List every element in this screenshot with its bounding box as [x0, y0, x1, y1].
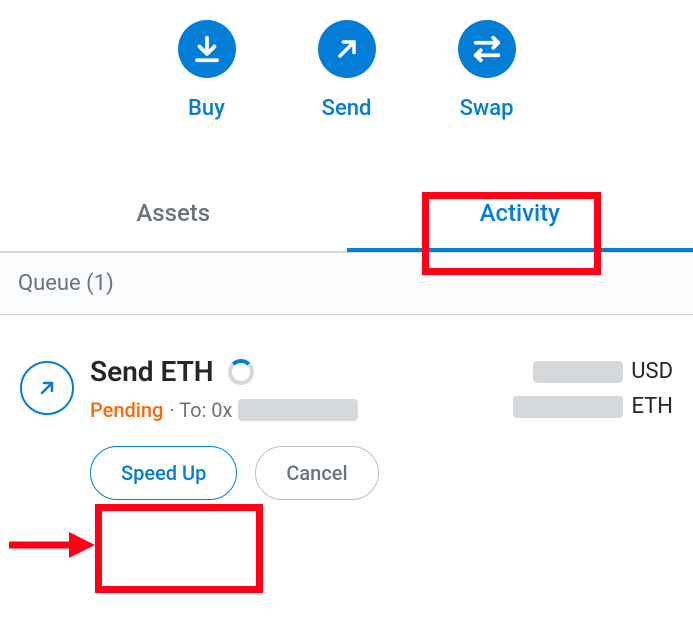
fiat-currency-label: USD — [631, 359, 673, 384]
swap-icon — [458, 20, 516, 78]
transaction-row[interactable]: Send ETH Pending · To: 0x USD ETH — [0, 315, 693, 422]
transaction-status: Pending — [90, 398, 163, 422]
annotation-box-speedup — [95, 504, 263, 593]
queue-header: Queue (1) — [0, 252, 693, 315]
buy-label: Buy — [188, 96, 225, 121]
download-icon — [178, 20, 236, 78]
tab-assets[interactable]: Assets — [0, 179, 347, 251]
arrow-up-right-icon — [318, 20, 376, 78]
transaction-type-icon — [20, 361, 74, 415]
cancel-button[interactable]: Cancel — [255, 446, 378, 500]
transaction-to-prefix: · To: 0x — [169, 398, 232, 422]
crypto-currency-label: ETH — [631, 394, 673, 419]
annotation-arrow-icon — [7, 530, 95, 560]
transaction-title: Send ETH — [90, 355, 214, 388]
redacted-address — [238, 399, 358, 421]
swap-button[interactable]: Swap — [458, 20, 516, 121]
loading-spinner-icon — [228, 359, 254, 385]
send-label: Send — [322, 96, 372, 121]
swap-label: Swap — [460, 96, 514, 121]
redacted-crypto-amount — [513, 396, 623, 418]
redacted-fiat-amount — [533, 361, 623, 383]
speed-up-button[interactable]: Speed Up — [90, 446, 237, 500]
tabs: Assets Activity — [0, 179, 693, 252]
send-button[interactable]: Send — [318, 20, 376, 121]
tab-activity[interactable]: Activity — [347, 179, 693, 251]
buy-button[interactable]: Buy — [178, 20, 236, 121]
